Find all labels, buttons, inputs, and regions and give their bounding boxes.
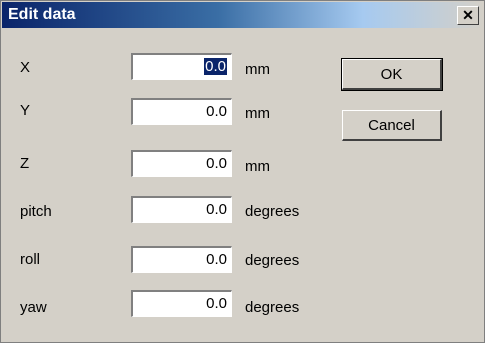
roll-unit: degrees xyxy=(245,252,300,269)
x-label: X xyxy=(20,59,31,76)
y-unit: mm xyxy=(245,105,270,122)
dialog-title: Edit data xyxy=(8,6,76,23)
z-label: Z xyxy=(20,155,30,172)
z-unit: mm xyxy=(245,158,270,175)
yaw-value: 0.0 xyxy=(206,295,227,312)
close-button[interactable]: ✕ xyxy=(457,6,479,25)
y-label: Y xyxy=(20,102,31,119)
close-icon: ✕ xyxy=(462,7,474,23)
pitch-unit: degrees xyxy=(245,203,300,220)
z-field[interactable]: 0.0 xyxy=(131,150,232,177)
cancel-label: Cancel xyxy=(368,116,415,134)
edit-data-dialog: Edit data ✕ X 0.0 mm Y 0.0 mm Z 0.0 mm p… xyxy=(0,0,485,343)
yaw-unit: degrees xyxy=(245,299,300,316)
ok-label: OK xyxy=(380,65,403,83)
ok-button[interactable]: OK xyxy=(341,58,443,91)
x-unit: mm xyxy=(245,61,270,78)
x-field[interactable]: 0.0 xyxy=(131,53,232,80)
pitch-label: pitch xyxy=(20,203,52,220)
y-field[interactable]: 0.0 xyxy=(131,98,232,125)
z-value: 0.0 xyxy=(206,155,227,172)
yaw-label: yaw xyxy=(20,299,47,316)
roll-value: 0.0 xyxy=(206,251,227,268)
pitch-value: 0.0 xyxy=(206,201,227,218)
roll-field[interactable]: 0.0 xyxy=(131,246,232,273)
x-value: 0.0 xyxy=(204,58,227,75)
cancel-button[interactable]: Cancel xyxy=(342,110,442,141)
y-value: 0.0 xyxy=(206,103,227,120)
roll-label: roll xyxy=(20,251,41,268)
pitch-field[interactable]: 0.0 xyxy=(131,196,232,223)
title-bar[interactable]: Edit data ✕ xyxy=(2,2,483,28)
yaw-field[interactable]: 0.0 xyxy=(131,290,232,317)
